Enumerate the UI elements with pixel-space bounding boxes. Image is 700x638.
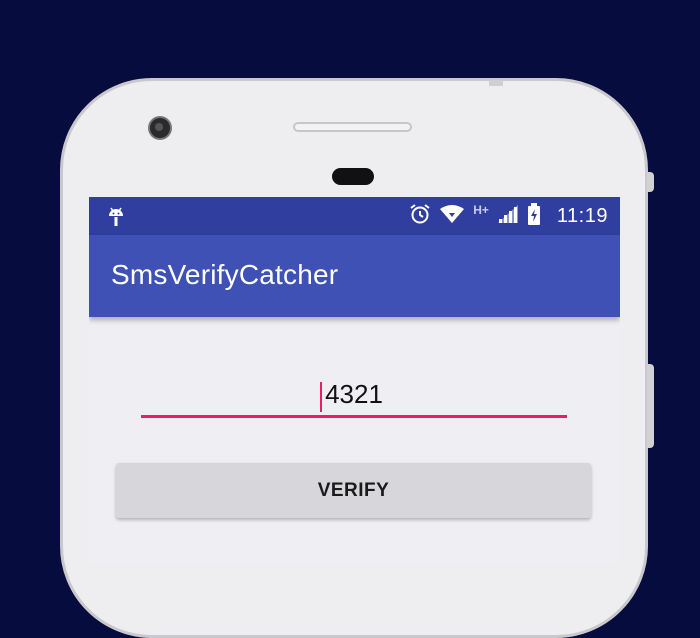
network-type-label: H+ bbox=[473, 203, 489, 217]
phone-screen: H+ 11:19 SmsVerifyCatcher 4321 VERIFY bbox=[89, 197, 620, 564]
app-bar: SmsVerifyCatcher bbox=[89, 235, 620, 317]
verification-code-input[interactable] bbox=[141, 374, 567, 418]
text-cursor bbox=[320, 382, 322, 412]
status-bar: H+ 11:19 bbox=[89, 197, 620, 235]
android-debug-icon bbox=[107, 206, 125, 233]
wifi-icon bbox=[439, 204, 465, 229]
front-camera bbox=[148, 116, 172, 140]
phone-top-notch bbox=[489, 80, 503, 86]
signal-icon bbox=[497, 204, 519, 229]
phone-power-button bbox=[647, 172, 654, 192]
phone-volume-button bbox=[647, 364, 654, 448]
verify-button[interactable]: VERIFY bbox=[116, 463, 591, 518]
battery-charging-icon bbox=[527, 202, 541, 230]
status-time: 11:19 bbox=[556, 204, 608, 227]
alarm-icon bbox=[409, 203, 431, 230]
status-icons: H+ 11:19 bbox=[409, 197, 608, 235]
speaker-grille bbox=[293, 122, 412, 132]
app-title: SmsVerifyCatcher bbox=[111, 259, 339, 290]
proximity-sensor bbox=[332, 168, 374, 185]
